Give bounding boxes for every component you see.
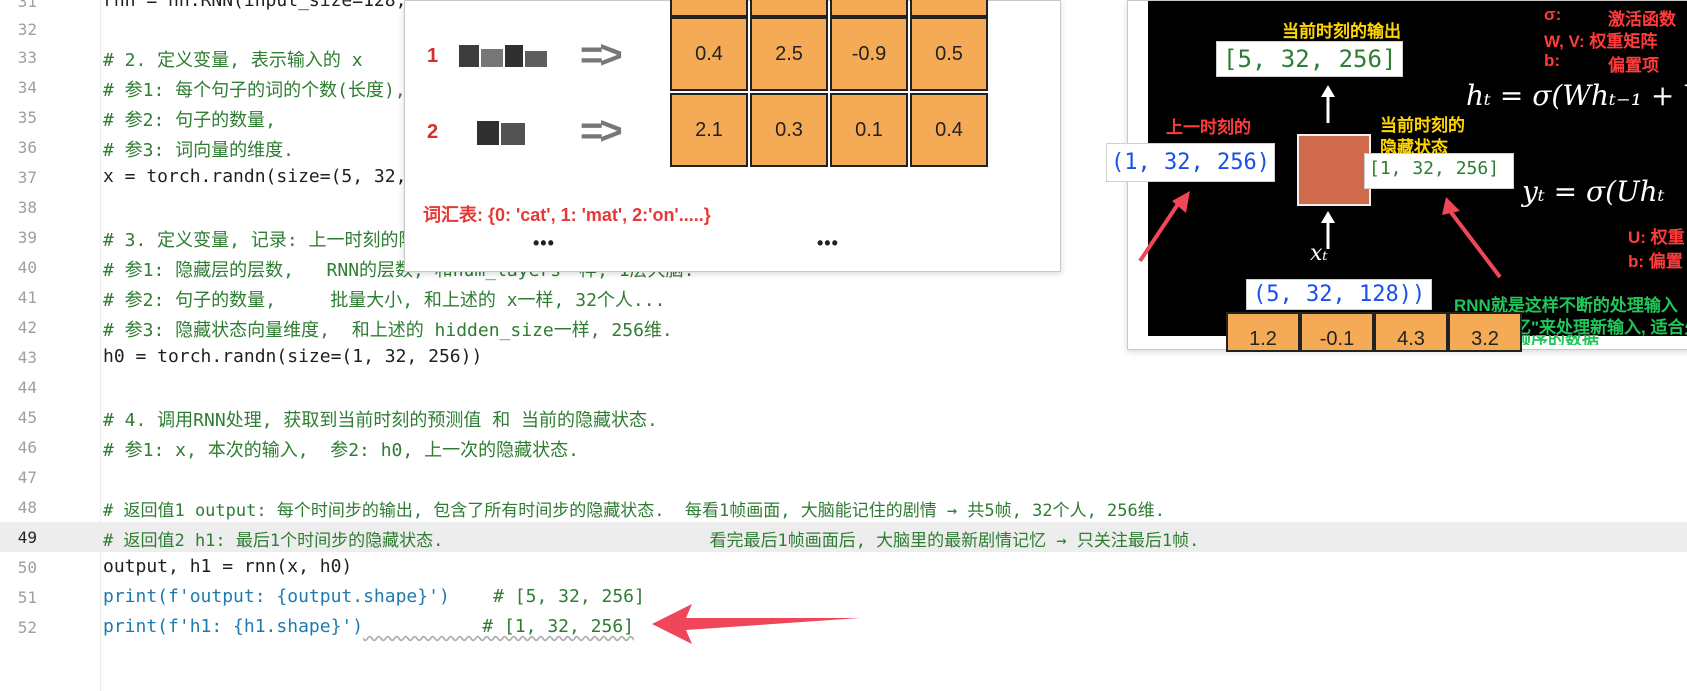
code-comment: # 参2: 句子的数量, 批量大小, 和上述的 x一样, 32个人... [103, 290, 666, 311]
line-number: 38 [17, 198, 37, 217]
line-number: 43 [17, 348, 37, 367]
line-number: 32 [17, 20, 37, 39]
code-comment: # 参3: 词向量的维度. [103, 140, 295, 161]
code-text: x = torch.randn(size=(5, 32, [103, 166, 418, 187]
line-number: 52 [17, 618, 37, 637]
code-comment: # 3. 定义变量, 记录: 上一时刻的隐 [103, 230, 417, 251]
line-number: 31 [17, 0, 37, 11]
line-number: 48 [17, 498, 37, 517]
line-number: 50 [17, 558, 37, 577]
code-line[interactable]: 50 output, h1 = rnn(x, h0) [0, 552, 1687, 582]
line-number: 41 [17, 288, 37, 307]
embedding-cell [670, 0, 748, 17]
embedding-row: 1 => [405, 19, 1060, 95]
code-comment: # 参2: 句子的数量, [103, 110, 277, 131]
line-number: 46 [17, 438, 37, 457]
embedding-cell [830, 0, 908, 17]
current-code-line[interactable]: 49 # 返回值2 h1: 最后1个时间步的隐藏状态. 看完最后1帧画面后, 大脑… [0, 522, 1687, 552]
line-number: 35 [17, 108, 37, 127]
line-number: 34 [17, 78, 37, 97]
line-number: 45 [17, 408, 37, 427]
pixelated-word-icon [453, 37, 553, 77]
red-arrow-icon [652, 604, 860, 644]
code-line[interactable]: 44 [0, 372, 1687, 402]
code-comment: # 返回值2 h1: 最后1个时间步的隐藏状态. 看完最后1帧画面后, 大脑里的… [103, 531, 1200, 551]
code-line[interactable]: 47 [0, 462, 1687, 492]
embedding-row: 2 => [405, 95, 1060, 171]
maps-to-arrow: => [580, 33, 623, 77]
pixelated-word-icon [453, 113, 553, 153]
ellipsis: ••• [817, 233, 839, 253]
code-text: print(f'output: {output.shape}') [103, 586, 450, 607]
embedding-panel: 0.4 2.5 -0.9 0.5 2.1 0.3 0.1 0.4 1 => 2 … [404, 0, 1061, 272]
red-pointer-arrows-icon [1138, 191, 1502, 279]
line-number: 49 [17, 528, 37, 547]
code-line[interactable]: 45 # 4. 调用RNN处理, 获取到当前时刻的预测值 和 当前的隐藏状态. [0, 402, 1687, 432]
code-comment: # 参3: 隐藏状态向量维度, 和上述的 hidden_size一样, 256维… [103, 320, 673, 341]
code-line[interactable]: 48 # 返回值1 output: 每个时间步的输出, 包含了所有时间步的隐藏状态… [0, 492, 1687, 522]
line-number: 37 [17, 168, 37, 187]
code-comment: # 4. 调用RNN处理, 获取到当前时刻的预测值 和 当前的隐藏状态. [103, 410, 658, 431]
row-index: 2 [427, 121, 439, 143]
code-text: print(f'h1: {h1.shape}') [103, 616, 364, 637]
code-text: output, h1 = rnn(x, h0) [103, 556, 353, 577]
code-text: rnn = nn.RNN(input_size=128, [103, 0, 418, 11]
vocab-label: 词汇表: {0: 'cat', 1: 'mat', 2:'on'.....} [423, 205, 711, 225]
code-text: h0 = torch.randn(size=(1, 32, 256)) [103, 346, 483, 367]
embedding-cell [910, 0, 988, 17]
line-number: 44 [17, 378, 37, 397]
code-comment: # 参1: 每个句子的词的个数(长度), [103, 80, 406, 101]
code-trailing-comment: # [5, 32, 256] [449, 586, 645, 607]
code-comment: # 返回值1 output: 每个时间步的输出, 包含了所有时间步的隐藏状态. … [103, 501, 1165, 521]
line-number: 42 [17, 318, 37, 337]
line-number: 36 [17, 138, 37, 157]
line-number: 51 [17, 588, 37, 607]
line-number: 47 [17, 468, 37, 487]
rnn-diagram-panel: 当前时刻的输出 σ: 激活函数 W, V: 权重矩阵 b: 偏置项 hₜ = σ… [1106, 0, 1687, 352]
line-number: 33 [17, 48, 37, 67]
code-comment: # 参1: x, 本次的输入, 参2: h0, 上一次的隐藏状态. [103, 440, 579, 461]
embedding-cell [750, 0, 828, 17]
line-number: 40 [17, 258, 37, 277]
ellipsis: ••• [533, 233, 555, 253]
maps-to-arrow: => [580, 109, 623, 153]
code-line[interactable]: 46 # 参1: x, 本次的输入, 参2: h0, 上一次的隐藏状态. [0, 432, 1687, 462]
row-index: 1 [427, 45, 439, 67]
code-comment: # 2. 定义变量, 表示输入的 x [103, 50, 363, 71]
code-trailing-comment: # [1, 32, 256] [363, 616, 635, 637]
line-number: 39 [17, 228, 37, 247]
